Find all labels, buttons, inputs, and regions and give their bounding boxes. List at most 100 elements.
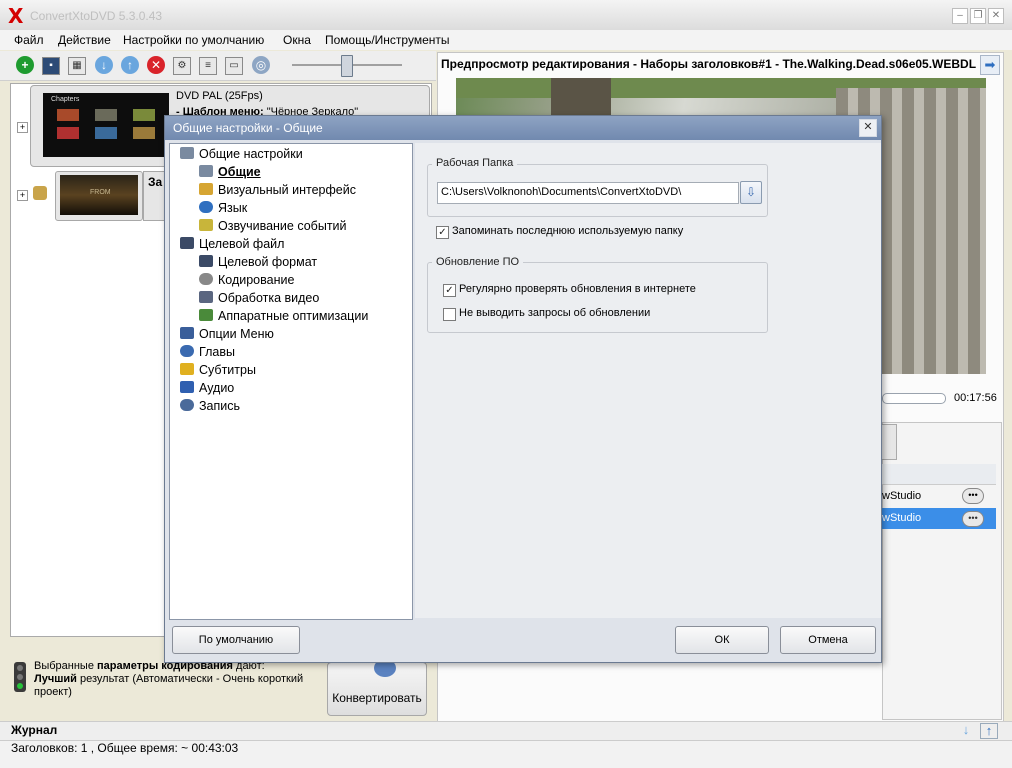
settings-tree: Общие настройки Общие Визуальный интерфе… [169,143,413,620]
update-legend: Обновление ПО [432,256,524,268]
tree-item-burning[interactable]: Запись [180,399,240,413]
delete-icon[interactable]: ✕ [147,56,165,74]
no-update-prompts-label: Не выводить запросы об обновлении [459,307,651,319]
expand-toggle[interactable]: + [17,122,28,133]
video-thumbnail: FROM [60,175,138,215]
journal-label[interactable]: Журнал [11,723,57,737]
status-footer: Заголовков: 1 , Общее время: ~ 00:43:03 [11,741,239,755]
list-header [882,464,996,485]
arrow-right-icon[interactable]: ➡ [980,55,1000,75]
tab[interactable] [882,424,897,460]
menu-windows[interactable]: Окна [283,33,311,47]
quality-traffic-light-icon [14,662,26,692]
dialog-title: Общие настройки - Общие [173,121,323,135]
tree-item-target-format[interactable]: Целевой формат [199,255,317,269]
tree-item-subtitles[interactable]: Субтитры [180,363,256,377]
gear-icon [199,273,213,285]
more-icon[interactable]: ••• [962,511,984,527]
expand-toggle[interactable]: + [17,190,28,201]
cancel-button[interactable]: Отмена [780,626,876,654]
tree-item-video-processing[interactable]: Обработка видео [199,291,319,305]
menu-action[interactable]: Действие [58,33,111,47]
save-icon[interactable]: ▪ [42,57,60,75]
titleset-icon [33,186,47,200]
tree-item-audio[interactable]: Аудио [180,381,234,395]
wrench-icon [180,147,194,159]
no-update-prompts-checkbox[interactable] [443,308,456,321]
ok-button[interactable]: ОК [675,626,769,654]
monitor-icon [180,237,194,249]
menu-defaults[interactable]: Настройки по умолчанию [123,33,264,47]
dialog-close-button[interactable]: ✕ [859,119,877,137]
check-updates-label: Регулярно проверять обновления в интерне… [459,283,696,295]
globe-icon [199,201,213,213]
maximize-button[interactable]: ❐ [970,8,986,24]
wrench-icon[interactable]: ⚙ [173,57,191,75]
update-group [427,262,768,333]
log-icon[interactable]: ≡ [199,57,217,75]
close-button[interactable]: ✕ [988,8,1004,24]
add-icon[interactable]: + [16,56,34,74]
tree-item-general[interactable]: Общие [199,165,261,179]
thumb-caption: Chapters [51,96,80,103]
seek-bar[interactable] [882,393,946,404]
wrench-icon [199,165,213,177]
time-readout: 00:17:56 [954,392,997,404]
tree-item-language[interactable]: Язык [199,201,247,215]
monitor-icon[interactable]: ▭ [225,57,243,75]
convert-button[interactable]: Конвертировать [327,659,427,716]
tree-item-hardware-optimizations[interactable]: Аппаратные оптимизации [199,309,368,323]
convert-label: Конвертировать [332,691,422,705]
subtitle-icon [180,363,194,375]
title-tab-label: За [148,175,163,189]
tree-item-target-file[interactable]: Целевой файл [180,237,284,251]
settings-dialog: Общие настройки - Общие ✕ Общие настройк… [164,115,882,663]
disc-icon [180,399,194,411]
speaker-icon [199,219,213,231]
move-down-icon[interactable]: ↓ [95,56,113,74]
menu-help-tools[interactable]: Помощь/Инструменты [325,33,450,47]
menu-file[interactable]: Файл [14,33,44,47]
remember-folder-label: Запоминать последнюю используемую папку [452,225,684,237]
tree-item-menu-options[interactable]: Опции Меню [180,327,274,341]
note-icon [180,381,194,393]
toolbar: + ▪ ▦ ↓ ↑ ✕ ⚙ ≡ ▭ ◎ [0,51,436,81]
move-up-icon[interactable]: ↑ [980,723,998,739]
settings-content: Рабочая Папка C:\Users\Volknonoh\Documen… [415,143,881,618]
list-item-selected[interactable]: wStudio ••• [882,508,996,529]
move-up-icon[interactable]: ↑ [121,56,139,74]
browse-folder-button[interactable]: ⇩ [740,181,762,204]
disc-icon[interactable]: ◎ [252,56,270,74]
film-icon [199,291,213,303]
list-icon [180,327,194,339]
check-updates-checkbox[interactable]: ✓ [443,284,456,297]
minimize-button[interactable]: – [952,8,968,24]
film-edit-icon[interactable]: ▦ [68,57,86,75]
tree-item-chapters[interactable]: Главы [180,345,235,359]
more-icon[interactable]: ••• [962,488,984,504]
chip-icon [199,309,213,321]
palette-icon [199,183,213,195]
journal-bar [0,721,1012,740]
menu-bar: Файл Действие Настройки по умолчанию Окн… [0,30,1012,50]
tree-item-general-settings[interactable]: Общие настройки [180,147,303,161]
tree-item-encoding[interactable]: Кодирование [199,273,294,287]
work-folder-path-input[interactable]: C:\Users\Volknonoh\Documents\ConvertXtoD… [437,182,739,204]
remember-folder-checkbox[interactable]: ✓ [436,226,449,239]
app-logo-icon: X [8,4,24,28]
thumb-label: FROM [90,189,111,196]
encoding-summary: Выбранные параметры кодирования дают: Лу… [34,660,304,698]
project-format: DVD PAL (25Fps) [176,90,263,102]
clock-icon [180,345,194,357]
move-down-icon[interactable]: ↓ [958,723,974,737]
app-title: ConvertXtoDVD 5.3.0.43 [30,9,163,23]
zoom-slider-thumb[interactable] [341,55,353,77]
preview-title: Предпросмотр редактирования - Наборы заг… [441,57,976,71]
defaults-button[interactable]: По умолчанию [172,626,300,654]
tree-item-visual-interface[interactable]: Визуальный интерфейс [199,183,356,197]
tree-item-event-sounds[interactable]: Озвучивание событий [199,219,347,233]
menu-thumbnail: Chapters [43,93,169,157]
work-folder-legend: Рабочая Папка [432,157,518,169]
list-item[interactable]: wStudio ••• [882,487,996,507]
monitor-icon [199,255,213,267]
